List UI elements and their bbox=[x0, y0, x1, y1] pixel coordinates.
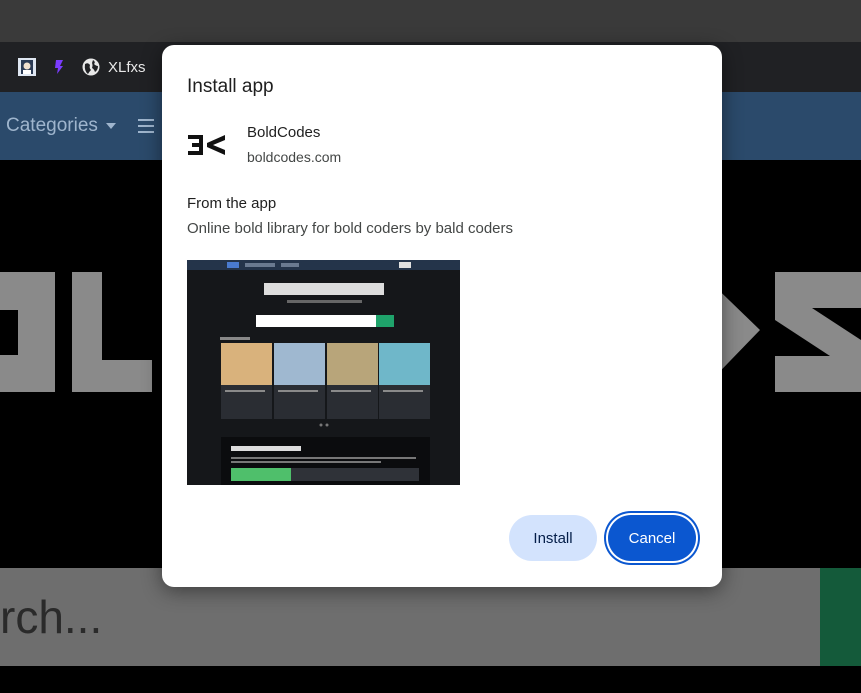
dialog-title: Install app bbox=[187, 76, 274, 97]
app-screenshot-image bbox=[187, 260, 460, 485]
install-app-dialog: Install app BoldCodes boldcodes.com From… bbox=[162, 45, 722, 587]
app-name: BoldCodes bbox=[247, 124, 321, 141]
app-url: boldcodes.com bbox=[247, 149, 342, 165]
from-the-app-heading: From the app bbox=[187, 195, 277, 212]
boldcodes-logo-icon bbox=[188, 135, 225, 155]
app-screenshot-preview bbox=[187, 260, 460, 485]
cancel-button[interactable]: Cancel bbox=[608, 515, 696, 561]
install-button[interactable]: Install bbox=[509, 515, 597, 561]
app-description: Online bold library for bold coders by b… bbox=[187, 220, 514, 237]
